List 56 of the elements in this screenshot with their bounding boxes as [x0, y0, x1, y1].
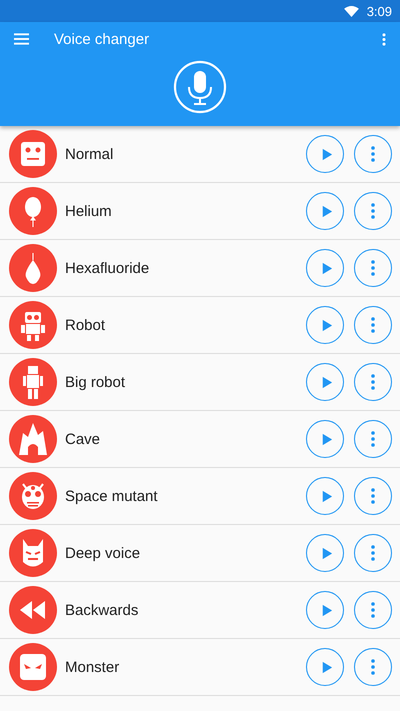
- more-icon: [371, 317, 375, 333]
- alien-icon: [9, 472, 57, 520]
- menu-icon[interactable]: [14, 33, 29, 45]
- more-options-button[interactable]: [354, 306, 392, 344]
- play-button[interactable]: [306, 192, 344, 230]
- more-icon: [371, 659, 375, 675]
- play-button[interactable]: [306, 591, 344, 629]
- more-icon: [371, 203, 375, 219]
- play-button[interactable]: [306, 648, 344, 686]
- more-icon: [371, 602, 375, 618]
- play-button[interactable]: [306, 249, 344, 287]
- play-button[interactable]: [306, 363, 344, 401]
- more-options-button[interactable]: [354, 648, 392, 686]
- monster-icon: [9, 643, 57, 691]
- microphone-button[interactable]: [173, 60, 227, 114]
- effect-name: Space mutant: [65, 488, 159, 504]
- more-icon: [371, 431, 375, 447]
- app-title: Voice changer: [54, 30, 150, 48]
- effect-name: Monster: [65, 658, 120, 676]
- more-options-button[interactable]: [354, 420, 392, 458]
- cave-icon: [9, 415, 57, 463]
- effect-name: Robot: [65, 316, 106, 334]
- more-options-button[interactable]: [354, 534, 392, 572]
- rewind-icon: [9, 586, 57, 634]
- mask-icon: [9, 529, 57, 577]
- more-options-button[interactable]: [354, 363, 392, 401]
- more-icon: [371, 260, 375, 276]
- balloon-icon: [9, 187, 57, 235]
- more-options-button[interactable]: [354, 477, 392, 515]
- more-icon: [371, 488, 375, 504]
- effect-name: Backwards: [65, 602, 140, 618]
- status-time: 3:09: [366, 4, 392, 18]
- play-button[interactable]: [306, 477, 344, 515]
- robot-icon: [9, 301, 57, 349]
- drop-icon: [9, 244, 57, 292]
- effect-name: Deep voice: [65, 544, 142, 562]
- wifi-icon: [344, 6, 359, 16]
- effect-name: Helium: [65, 202, 113, 220]
- play-button[interactable]: [306, 534, 344, 572]
- effect-name: Normal: [65, 146, 114, 162]
- play-button[interactable]: [306, 420, 344, 458]
- more-icon[interactable]: [382, 32, 386, 46]
- face-icon: [9, 130, 57, 178]
- robot-icon: [9, 358, 57, 406]
- effect-name: Hexafluoride: [65, 260, 150, 276]
- effect-name: Big robot: [65, 374, 126, 390]
- more-options-button[interactable]: [354, 135, 392, 173]
- effect-name: Cave: [65, 430, 102, 448]
- more-icon: [371, 146, 375, 162]
- more-options-button[interactable]: [354, 591, 392, 629]
- play-button[interactable]: [306, 135, 344, 173]
- more-icon: [371, 374, 375, 390]
- more-options-button[interactable]: [354, 249, 392, 287]
- play-button[interactable]: [306, 306, 344, 344]
- more-options-button[interactable]: [354, 192, 392, 230]
- more-icon: [371, 545, 375, 561]
